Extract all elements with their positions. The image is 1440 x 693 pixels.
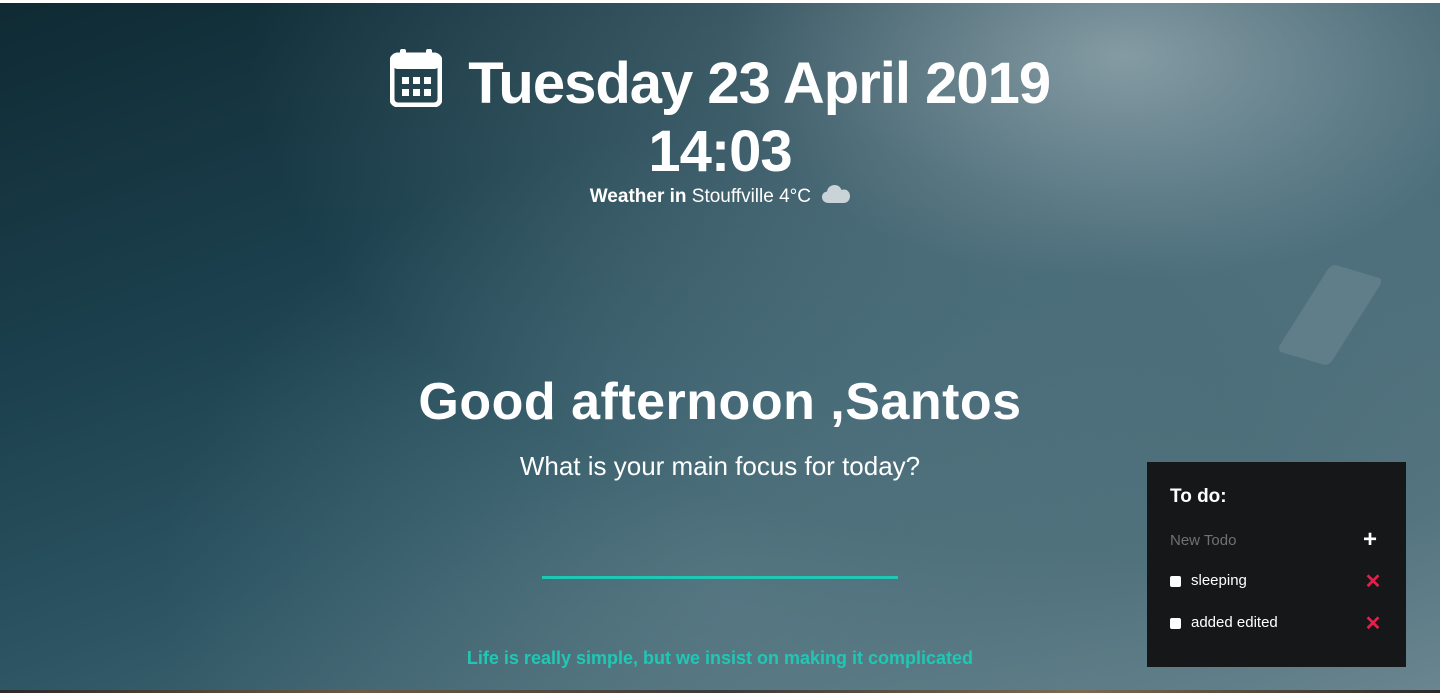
window-top-edge <box>0 0 1440 3</box>
delete-todo-button[interactable]: ✕ <box>1364 570 1382 594</box>
todo-checkbox[interactable] <box>1170 576 1181 587</box>
todo-item: sleeping ✕ <box>1170 570 1384 594</box>
weather-value: Stouffville 4°C <box>691 186 811 207</box>
todo-title: To do: <box>1170 486 1227 507</box>
main-focus-input[interactable] <box>542 540 898 579</box>
todo-item-label: sleeping <box>1191 572 1247 589</box>
weather-label: Weather in <box>589 186 687 207</box>
todo-panel: To do: + sleeping ✕ added edited ✕ <box>1147 462 1406 667</box>
calendar-icon <box>389 48 443 107</box>
todo-item-label: added edited <box>1191 614 1278 631</box>
current-date: Tuesday 23 April 2019 <box>468 51 1051 116</box>
add-todo-button[interactable]: + <box>1359 528 1381 552</box>
todo-checkbox[interactable] <box>1170 618 1181 629</box>
current-time: 14:03 <box>648 119 792 184</box>
cloud-icon <box>822 184 851 204</box>
date-row: Tuesday 23 April 2019 <box>0 48 1440 117</box>
delete-todo-button[interactable]: ✕ <box>1364 612 1382 636</box>
background-light-streak <box>1276 263 1384 367</box>
weather-info: Weather in Stouffville 4°C <box>0 184 1440 208</box>
todo-item: added edited ✕ <box>1170 612 1384 636</box>
new-todo-input[interactable] <box>1170 528 1340 552</box>
greeting-heading: Good afternoon ,Santos <box>418 373 1022 431</box>
